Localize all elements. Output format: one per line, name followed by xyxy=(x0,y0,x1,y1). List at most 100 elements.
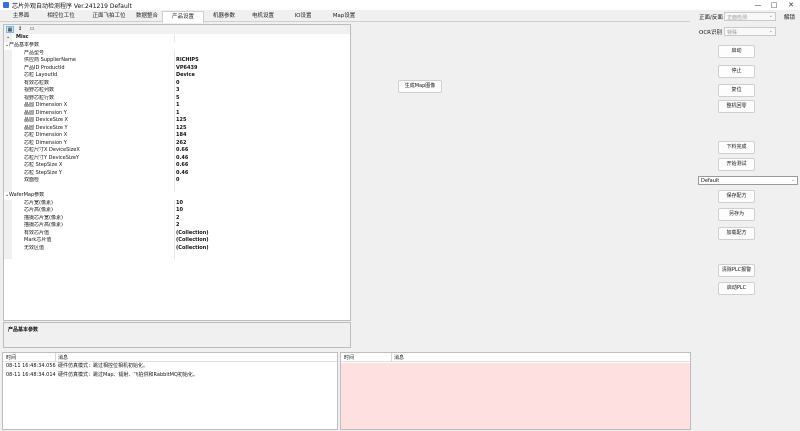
property-row[interactable]: 晶圆 DeviceSize Y 125 xyxy=(4,125,350,133)
property-row[interactable]: 供应商 SupplierName RICHIPS xyxy=(4,57,350,65)
start-test-button[interactable]: 开始测试 xyxy=(718,158,755,171)
alphabetical-icon[interactable]: ↕ xyxy=(16,26,24,33)
property-row[interactable]: 晶圆 Dimension Y 1 xyxy=(4,110,350,118)
log-col-time[interactable]: 时间 xyxy=(6,354,16,361)
minimize-button[interactable]: — xyxy=(752,1,764,9)
close-button[interactable]: ✕ xyxy=(785,1,797,9)
property-value[interactable]: VP6439 xyxy=(176,65,197,73)
tab-front-flyshot[interactable]: 正面飞拍工位 xyxy=(84,11,134,22)
property-value[interactable]: 2 xyxy=(176,215,179,223)
tab-motor-settings[interactable]: 电机设置 xyxy=(246,11,280,22)
tab-product-settings[interactable]: 产品设置 xyxy=(162,11,204,23)
property-name: 芯粒 Dimension X xyxy=(24,132,68,138)
load-recipe-button[interactable]: 加载配方 xyxy=(718,227,755,240)
property-value[interactable]: 10 xyxy=(176,207,183,215)
property-row[interactable]: 描摄芯片高(像素) 2 xyxy=(4,222,350,230)
property-row[interactable]: 芯粒 StepSize X 0.66 xyxy=(4,162,350,170)
property-value[interactable]: 0 xyxy=(176,177,179,185)
property-name: Mark芯片值 xyxy=(24,237,52,243)
property-value[interactable]: Device xyxy=(176,72,195,80)
property-name: 芯粒尺寸X DeviceSizeX xyxy=(24,147,80,153)
tab-machine-params[interactable]: 机器参数 xyxy=(206,11,242,22)
property-row[interactable]: 产品型号 xyxy=(4,50,350,58)
property-row[interactable]: 芯片宽(像素) 10 xyxy=(4,200,350,208)
property-value[interactable]: 2 xyxy=(176,222,179,230)
property-value[interactable]: 125 xyxy=(176,125,186,133)
property-name: 供应商 SupplierName xyxy=(24,57,76,63)
property-value[interactable]: (Collection) xyxy=(176,230,209,238)
property-value[interactable]: (Collection) xyxy=(176,237,209,245)
property-value[interactable]: 0.66 xyxy=(176,147,188,155)
category-product-basic[interactable]: ⌄ 产品基本参数 xyxy=(4,42,350,50)
recipe-select-value: Default xyxy=(701,178,720,184)
log-row[interactable]: 08-11 16:48:34.014 硬件仿真模式：跳过Map、镭射、飞拍供和R… xyxy=(3,371,337,380)
log-row[interactable]: 08-11 16:48:34.056 硬件仿真模式：跳过相控位相机初始化。 xyxy=(3,362,337,371)
property-row[interactable]: 芯粒尺寸Y DeviceSizeY 0.46 xyxy=(4,155,350,163)
property-value[interactable]: 0 xyxy=(176,80,179,88)
property-value[interactable]: RICHIPS xyxy=(176,57,199,65)
property-row[interactable]: 芯粒 LayoutId Device xyxy=(4,72,350,80)
recipe-select[interactable]: Default ⌄ xyxy=(698,176,798,185)
property-row[interactable]: 产品ID ProductId VP6439 xyxy=(4,65,350,73)
unlock-label[interactable]: 解锁 xyxy=(784,13,795,21)
tab-data-merge[interactable]: 数据整合 xyxy=(130,11,164,22)
property-row[interactable]: 有效芯片值 (Collection) xyxy=(4,230,350,238)
property-grid[interactable]: ▦ ↕ ▭ ⌄ Misc ⌄ 产品基本参数 产品型号 供应商 SupplierNa… xyxy=(3,24,351,321)
property-row[interactable]: 无效区值 (Collection) xyxy=(4,245,350,253)
property-value[interactable]: 0.46 xyxy=(176,155,188,163)
property-row[interactable]: 芯粒 StepSize Y 0.46 xyxy=(4,170,350,178)
log-col-time[interactable]: 时间 xyxy=(344,354,354,361)
property-row[interactable]: Mark芯片值 (Collection) xyxy=(4,237,350,245)
log-panel-right[interactable]: 时间 消息 xyxy=(340,352,691,430)
unload-done-button[interactable]: 下料完成 xyxy=(718,141,755,154)
log-col-message[interactable]: 消息 xyxy=(394,354,404,361)
save-as-button[interactable]: 另存为 xyxy=(718,208,755,221)
reset-button[interactable]: 复位 xyxy=(718,84,755,97)
tab-align-station[interactable]: 相控位工位 xyxy=(40,11,82,22)
save-recipe-button[interactable]: 保存配方 xyxy=(718,190,755,203)
property-row[interactable]: 芯片高(像素) 10 xyxy=(4,207,350,215)
category-wafermap[interactable]: ⌄ WaferMap参数 xyxy=(4,192,350,200)
property-value[interactable]: 5 xyxy=(176,95,179,103)
log-col-message[interactable]: 消息 xyxy=(58,354,68,361)
property-row[interactable]: 有效芯粒数 0 xyxy=(4,80,350,88)
tab-map-settings[interactable]: Map设置 xyxy=(326,11,362,22)
property-value[interactable]: 1 xyxy=(176,102,179,110)
collapse-icon[interactable]: ⌄ xyxy=(6,34,10,42)
property-row[interactable]: 芯粒 Dimension Y 262 xyxy=(4,140,350,148)
property-value[interactable]: 262 xyxy=(176,140,186,148)
property-pages-icon[interactable]: ▭ xyxy=(28,26,36,33)
clear-plc-alarm-button[interactable]: 清除PLC报警 xyxy=(718,264,755,277)
property-value[interactable]: 0.46 xyxy=(176,170,188,178)
grid-root-misc[interactable]: ⌄ Misc xyxy=(4,34,350,42)
home-all-button[interactable]: 整机回零 xyxy=(718,100,755,113)
property-value[interactable]: 10 xyxy=(176,200,183,208)
maximize-button[interactable]: □ xyxy=(768,1,780,9)
property-row[interactable]: 视野芯粒列数 3 xyxy=(4,87,350,95)
mode-select[interactable]: 正面检测 ⌄ xyxy=(724,12,776,21)
tab-io-settings[interactable]: IO设置 xyxy=(286,11,320,22)
property-row[interactable]: 描摄芯片宽(像素) 2 xyxy=(4,215,350,223)
column-separator[interactable] xyxy=(391,353,392,362)
start-button[interactable]: 启动 xyxy=(718,45,755,58)
start-plc-button[interactable]: 启动PLC xyxy=(718,282,755,295)
log-panel-left[interactable]: 时间 消息 08-11 16:48:34.056 硬件仿真模式：跳过相控位相机初… xyxy=(2,352,338,430)
column-separator[interactable] xyxy=(55,353,56,362)
generate-map-button[interactable]: 生成Map图像 xyxy=(398,80,442,93)
property-row[interactable]: 芯粒 Dimension X 184 xyxy=(4,132,350,140)
property-value[interactable]: 1 xyxy=(176,110,179,118)
tab-main[interactable]: 主界面 xyxy=(4,11,38,22)
categorized-icon[interactable]: ▦ xyxy=(6,26,14,33)
property-value[interactable]: 184 xyxy=(176,132,186,140)
property-value[interactable]: 0.66 xyxy=(176,162,188,170)
property-value[interactable]: 3 xyxy=(176,87,179,95)
property-row[interactable]: 晶圆 Dimension X 1 xyxy=(4,102,350,110)
property-row[interactable]: 芯粒尺寸X DeviceSizeX 0.66 xyxy=(4,147,350,155)
property-row[interactable]: 晶圆 DeviceSize X 125 xyxy=(4,117,350,125)
property-value[interactable]: 125 xyxy=(176,117,186,125)
property-row[interactable]: 双面检 0 xyxy=(4,177,350,185)
property-value[interactable]: (Collection) xyxy=(176,245,209,253)
ocr-select[interactable]: 特殊 ⌄ xyxy=(724,27,776,36)
stop-button[interactable]: 停止 xyxy=(718,65,755,78)
property-row[interactable]: 视野芯粒行数 5 xyxy=(4,95,350,103)
